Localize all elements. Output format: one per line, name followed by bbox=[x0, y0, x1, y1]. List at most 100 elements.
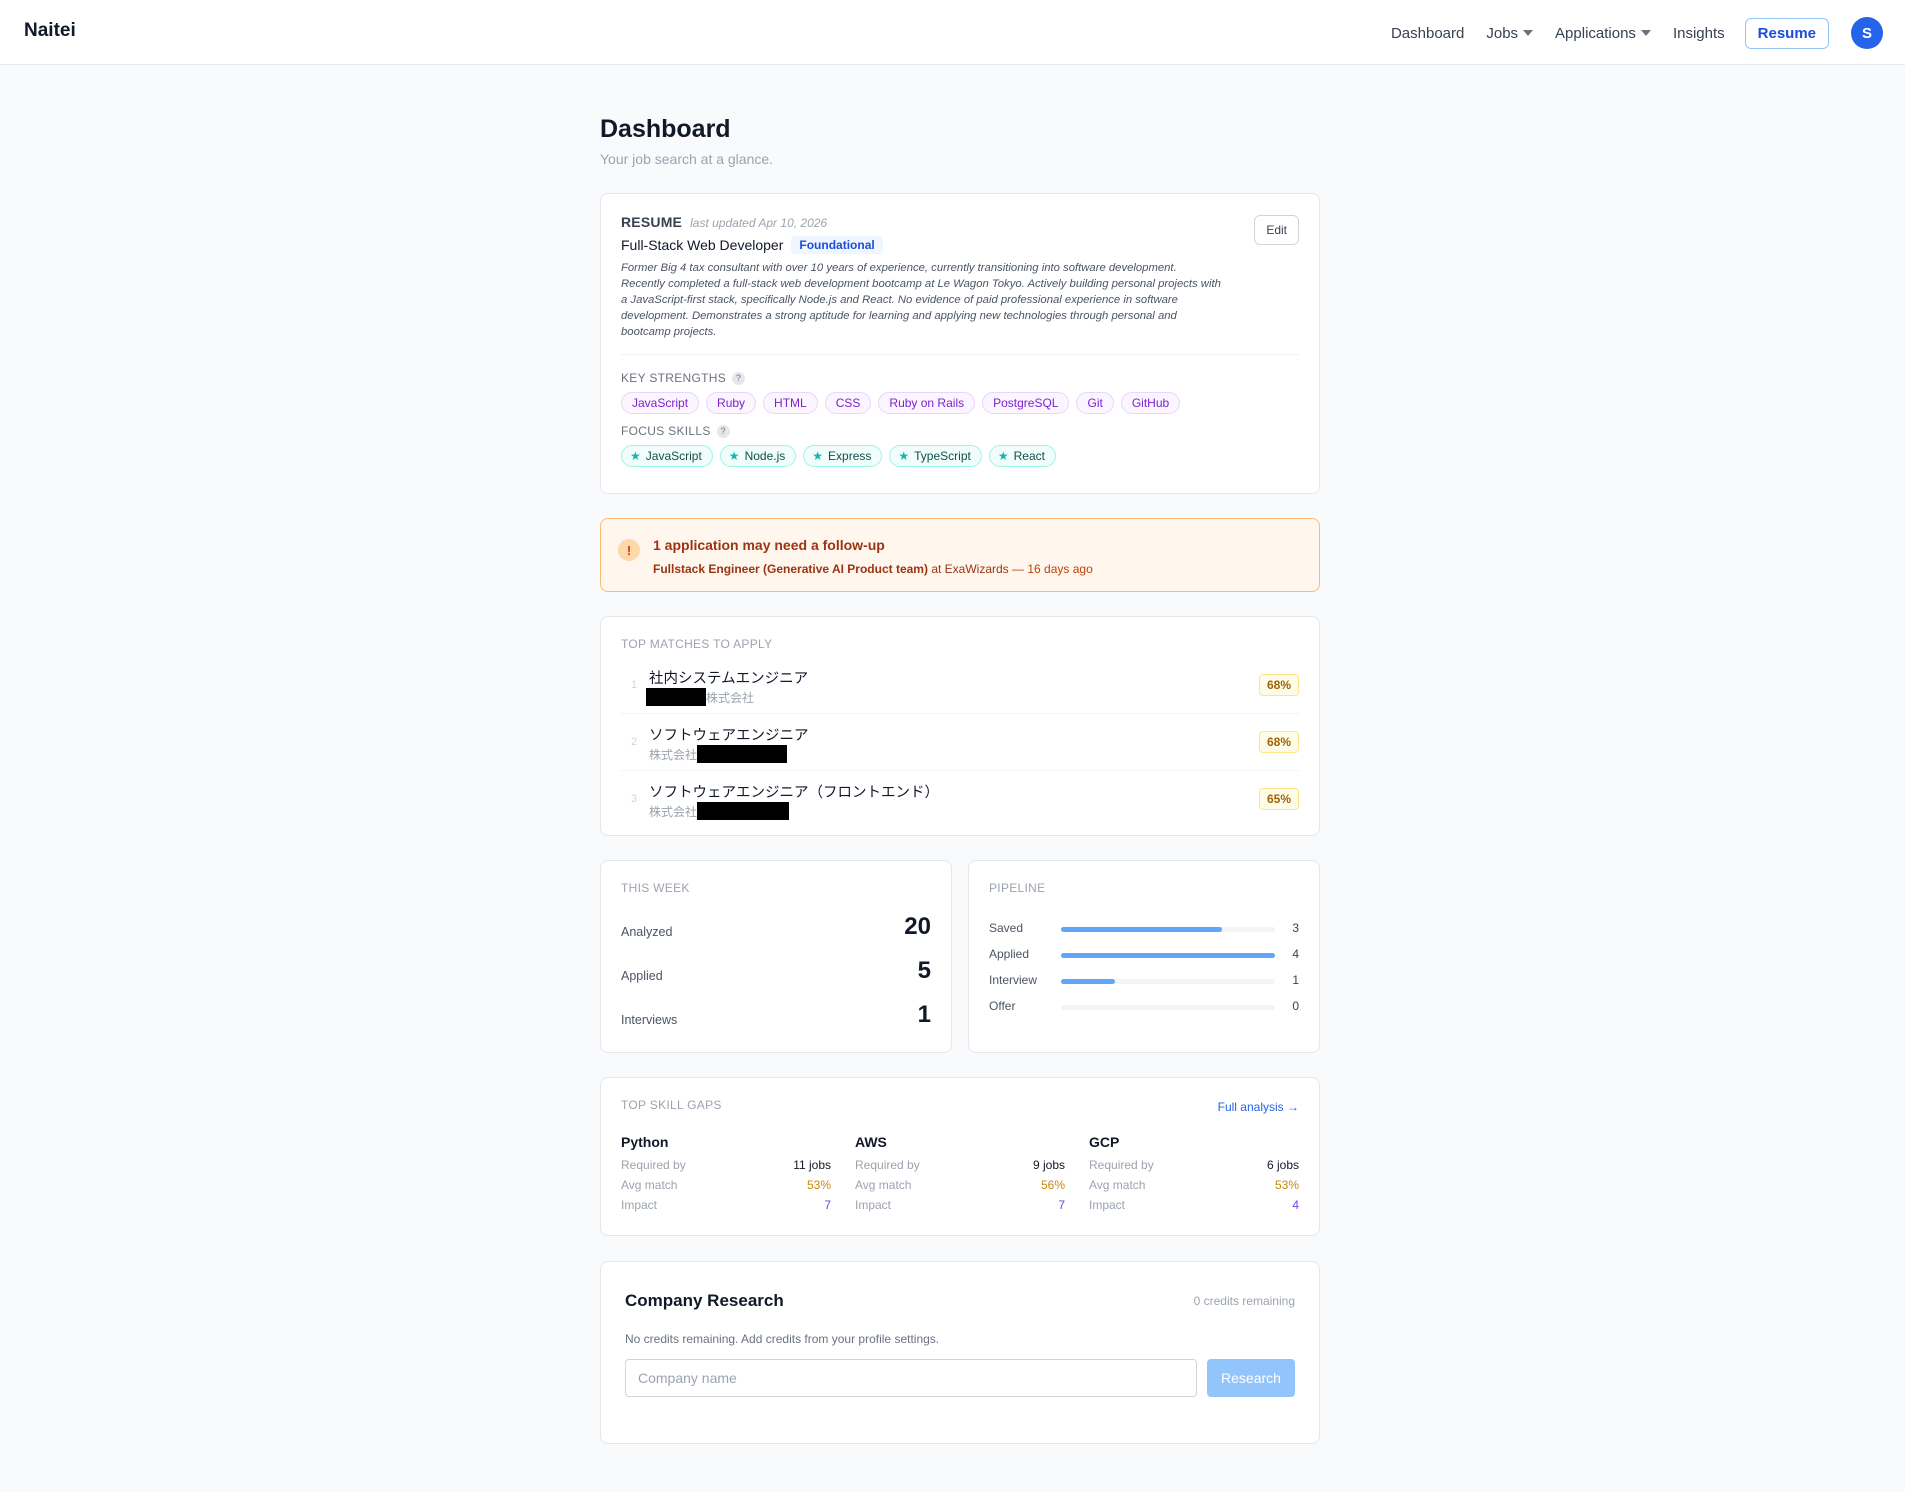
top-matches-card: TOP MATCHES TO APPLY 1 社内システムエンジニア 株式会社 … bbox=[600, 616, 1320, 836]
focus-skill-chip: ★ Express bbox=[803, 445, 883, 467]
top-navbar: Naitei Dashboard Jobs Applications Insig… bbox=[0, 0, 1905, 65]
nav-dashboard[interactable]: Dashboard bbox=[1391, 25, 1464, 42]
user-avatar[interactable]: S bbox=[1851, 17, 1883, 49]
match-row[interactable]: 2 ソフトウェアエンジニア 株式会社 68% bbox=[621, 714, 1299, 771]
skill-gap-item: Python Required by 11 jobs Avg match 53% I… bbox=[621, 1134, 831, 1214]
alert-job-link[interactable]: Fullstack Engineer (Generative AI Produc… bbox=[653, 562, 928, 576]
nav-jobs-label: Jobs bbox=[1486, 24, 1519, 42]
company-name-input[interactable] bbox=[625, 1359, 1197, 1397]
redacted-company bbox=[646, 688, 706, 706]
alert-company: ExaWizards bbox=[944, 562, 1009, 576]
gap-skill-name: GCP bbox=[1089, 1134, 1120, 1150]
stat-label: Analyzed bbox=[621, 925, 673, 939]
nav-resume-button[interactable]: Resume bbox=[1744, 17, 1829, 49]
focus-skill-label: Node.js bbox=[744, 449, 786, 463]
gap-required-row: Required by 9 jobs bbox=[855, 1154, 1065, 1174]
resume-card: RESUME last updated Apr 10, 2026 Full-St… bbox=[600, 193, 1320, 494]
nav-insights[interactable]: Insights bbox=[1673, 25, 1725, 42]
focus-skills-list: ★ JavaScript ★ Node.js ★ Express ★ TypeScrip… bbox=[621, 445, 1299, 467]
company-prefix: 株式会社 bbox=[649, 804, 698, 819]
caret-down-icon bbox=[1523, 30, 1534, 36]
full-analysis-link[interactable]: Full analysis → bbox=[1218, 1100, 1299, 1114]
star-icon: ★ bbox=[812, 449, 824, 463]
redacted-company bbox=[697, 802, 790, 820]
stat-applied: Applied 5 bbox=[621, 955, 931, 995]
match-row[interactable]: 1 社内システムエンジニア 株式会社 68% bbox=[621, 657, 1299, 714]
gap-key: Impact bbox=[1089, 1198, 1126, 1212]
star-icon: ★ bbox=[630, 449, 641, 463]
star-icon: ★ bbox=[728, 449, 740, 463]
focus-skill-chip: ★ TypeScript bbox=[889, 445, 982, 467]
focus-skill-chip: ★ JavaScript bbox=[621, 445, 713, 467]
skill-gaps-label: TOP SKILL GAPS bbox=[621, 1098, 722, 1112]
caret-down-icon bbox=[1640, 30, 1651, 36]
gap-match-row: Avg match 53% bbox=[1089, 1174, 1299, 1194]
gap-match-row: Avg match 53% bbox=[621, 1174, 831, 1194]
company-prefix: 株式会社 bbox=[649, 747, 698, 762]
pipeline-track bbox=[1061, 927, 1275, 932]
gap-impact-row: Impact 7 bbox=[855, 1194, 1065, 1214]
stat-analyzed: Analyzed 20 bbox=[621, 911, 931, 951]
skill-gap-item: AWS Required by 9 jobs Avg match 56% Impac… bbox=[855, 1134, 1065, 1214]
top-matches-label: TOP MATCHES TO APPLY bbox=[621, 637, 773, 651]
credits-remaining: 0 credits remaining bbox=[1193, 1294, 1295, 1308]
stat-value: 1 bbox=[917, 1001, 931, 1028]
nav-links: Dashboard Jobs Applications Insights Res… bbox=[1369, 16, 1883, 50]
match-title[interactable]: 社内システムエンジニア bbox=[649, 667, 808, 688]
this-week-label: THIS WEEK bbox=[621, 881, 690, 895]
edit-resume-button[interactable]: Edit bbox=[1254, 215, 1299, 245]
level-badge: Foundational bbox=[791, 236, 883, 254]
focus-skills-text: FOCUS SKILLS bbox=[621, 424, 711, 438]
strength-chip: PostgreSQL bbox=[982, 392, 1070, 414]
company-suffix: 株式会社 bbox=[706, 690, 755, 705]
gap-jobs: 6 jobs bbox=[1266, 1158, 1299, 1172]
gap-required-row: Required by 6 jobs bbox=[1089, 1154, 1299, 1174]
pipeline-stage: Offer bbox=[989, 999, 1016, 1013]
pipeline-row[interactable]: Offer 0 bbox=[989, 997, 1299, 1017]
key-strengths-text: KEY STRENGTHS bbox=[621, 371, 727, 385]
help-icon[interactable]: ? bbox=[716, 424, 730, 438]
alert-detail: Fullstack Engineer (Generative AI Produc… bbox=[653, 562, 1093, 576]
skill-gap-item: GCP Required by 6 jobs Avg match 53% Impac… bbox=[1089, 1134, 1299, 1214]
gap-key: Required by bbox=[1089, 1158, 1154, 1172]
match-row[interactable]: 3 ソフトウェアエンジニア（フロントエンド） 株式会社 65% bbox=[621, 771, 1299, 828]
star-icon: ★ bbox=[997, 449, 1009, 463]
pipeline-row[interactable]: Interview 1 bbox=[989, 971, 1299, 991]
match-title[interactable]: ソフトウェアエンジニア（フロントエンド） bbox=[649, 781, 939, 802]
nav-applications-label: Applications bbox=[1555, 24, 1636, 42]
strength-chip: Ruby bbox=[706, 392, 757, 414]
gap-skill-name: AWS bbox=[855, 1134, 887, 1150]
pipeline-row[interactable]: Applied 4 bbox=[989, 945, 1299, 965]
pipeline-count: 1 bbox=[1292, 973, 1299, 987]
match-title[interactable]: ソフトウェアエンジニア bbox=[649, 724, 809, 745]
nav-applications-dropdown[interactable]: Applications bbox=[1555, 25, 1651, 42]
alert-age: — 16 days ago bbox=[1012, 562, 1093, 576]
focus-skill-label: TypeScript bbox=[914, 449, 971, 463]
focus-skill-chip: ★ React bbox=[988, 445, 1056, 467]
gap-key: Avg match bbox=[1089, 1178, 1146, 1192]
gap-impact: 4 bbox=[1292, 1198, 1299, 1212]
gap-match-row: Avg match 56% bbox=[855, 1174, 1065, 1194]
focus-skill-label: JavaScript bbox=[645, 449, 702, 463]
pipeline-row[interactable]: Saved 3 bbox=[989, 919, 1299, 939]
nav-jobs-dropdown[interactable]: Jobs bbox=[1486, 24, 1534, 42]
gap-key: Required by bbox=[621, 1158, 686, 1172]
resume-role: Full-Stack Web Developer bbox=[621, 237, 784, 253]
stat-label: Applied bbox=[621, 969, 663, 983]
page-subtitle: Your job search at a glance. bbox=[600, 151, 774, 167]
this-week-card: THIS WEEK Analyzed 20 Applied 5 Intervie… bbox=[600, 860, 952, 1053]
brand-logo[interactable]: Naitei bbox=[24, 20, 76, 42]
gap-jobs: 11 jobs bbox=[793, 1158, 831, 1172]
strength-chip: JavaScript bbox=[621, 392, 700, 414]
matches-list: 1 社内システムエンジニア 株式会社 68% 2 ソフトウェアエンジニア 株式会… bbox=[621, 657, 1299, 828]
match-score-badge: 68% bbox=[1258, 731, 1299, 753]
match-company: 株式会社 bbox=[649, 745, 788, 763]
help-icon[interactable]: ? bbox=[732, 371, 746, 385]
research-button[interactable]: Research bbox=[1207, 1359, 1295, 1397]
pipeline-stage: Saved bbox=[989, 921, 1024, 935]
pipeline-track bbox=[1061, 1005, 1275, 1010]
key-strengths-label: KEY STRENGTHS ? bbox=[621, 371, 1299, 385]
pipeline-label: PIPELINE bbox=[989, 881, 1046, 895]
pipeline-bar bbox=[1061, 979, 1115, 984]
pipeline-count: 3 bbox=[1292, 921, 1299, 935]
